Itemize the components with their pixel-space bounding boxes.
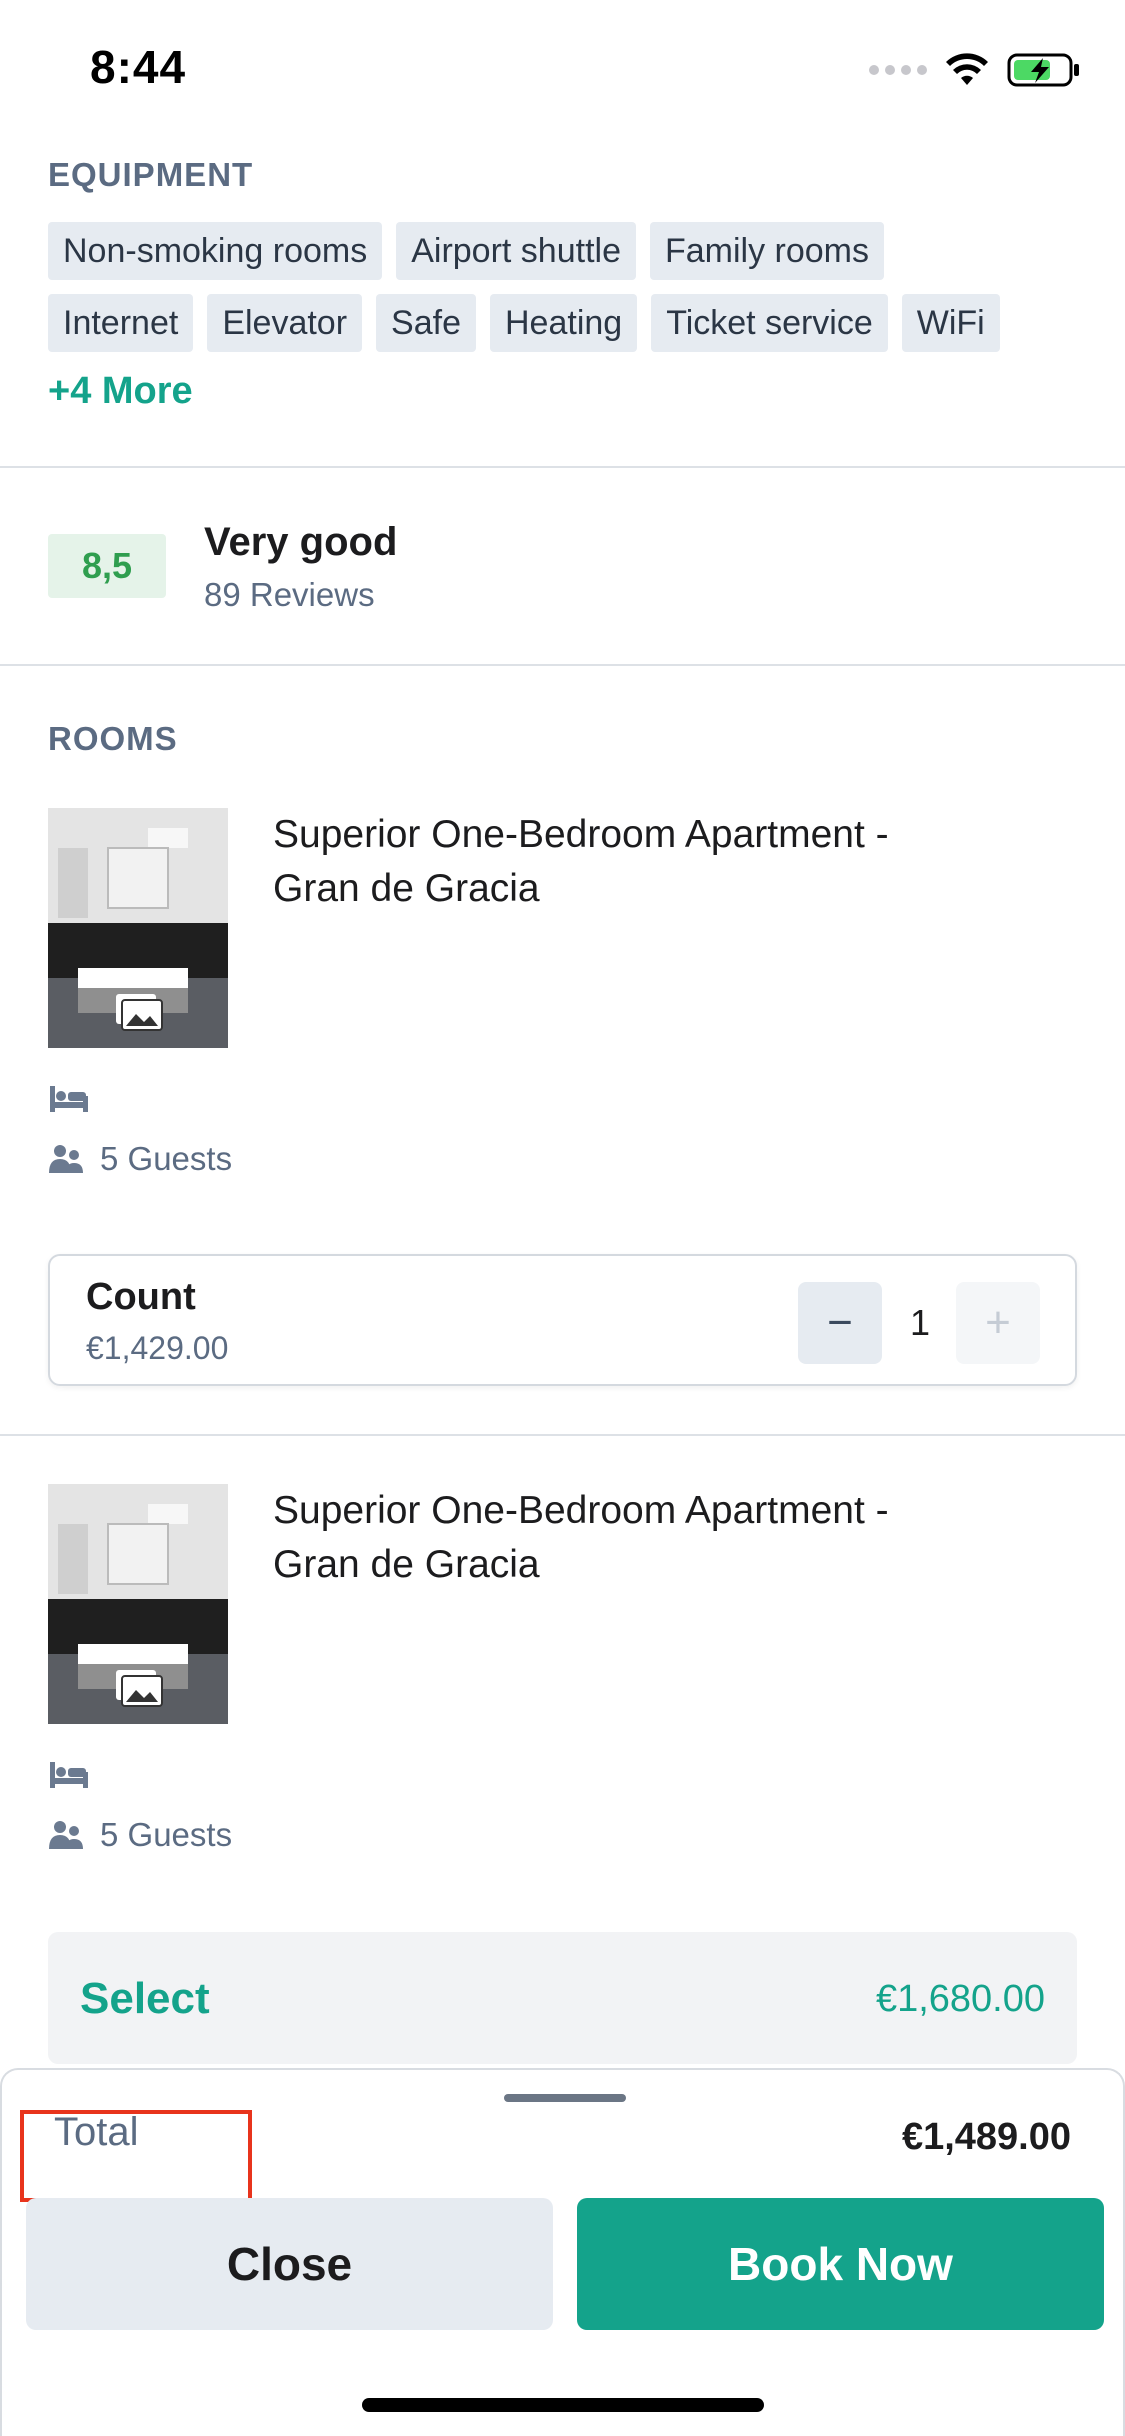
home-indicator	[362, 2398, 764, 2412]
equipment-chips-row-2: Internet Elevator Safe Heating Ticket se…	[48, 294, 1000, 352]
room-photo[interactable]	[48, 1484, 228, 1724]
status-bar: 8:44	[0, 0, 1125, 140]
status-indicators	[869, 52, 1081, 88]
select-price: €1,680.00	[875, 1978, 1045, 2020]
guests-label: 5 Guests	[100, 1140, 233, 1177]
room-title-line: Superior One-Bedroom Apartment -	[273, 1489, 889, 1532]
guests-icon	[49, 1145, 83, 1173]
booking-bottom-sheet: Total €1,489.00 Close Book Now	[0, 2068, 1125, 2436]
equipment-chip: Non-smoking rooms	[48, 222, 383, 280]
decrement-button[interactable]: −	[798, 1282, 882, 1364]
wifi-icon	[946, 53, 988, 85]
status-time: 8:44	[90, 41, 187, 93]
more-equipment-link[interactable]: +4 More	[48, 370, 193, 413]
room-title-line: Gran de Gracia	[273, 867, 540, 910]
equipment-chip: Heating	[490, 294, 638, 352]
count-price: €1,429.00	[86, 1330, 229, 1366]
room-title: Superior One-Bedroom Apartment - Gran de…	[273, 1484, 993, 1592]
room-image	[48, 1484, 228, 1724]
battery-charging-icon	[1007, 53, 1079, 87]
rooms-heading: ROOMS	[48, 720, 178, 757]
equipment-chip: Airport shuttle	[396, 222, 636, 280]
rating-score-badge: 8,5	[48, 534, 166, 598]
equipment-chip: Family rooms	[649, 222, 885, 280]
close-button[interactable]: Close	[26, 2198, 553, 2330]
divider	[0, 664, 1125, 666]
reviews-link[interactable]: 89 Reviews	[204, 576, 375, 614]
gallery-icon	[116, 1670, 163, 1707]
count-label: Count	[86, 1276, 196, 1318]
rating-label: Very good	[204, 520, 398, 564]
select-room-button[interactable]: Select €1,680.00	[48, 1932, 1077, 2064]
select-label: Select	[80, 1974, 210, 2023]
cellular-signal-icon	[869, 65, 927, 75]
equipment-chip: WiFi	[901, 294, 1000, 352]
equipment-chip: Ticket service	[651, 294, 888, 352]
divider	[0, 1434, 1125, 1436]
room-photo[interactable]	[48, 808, 228, 1048]
guests-label: 5 Guests	[100, 1816, 233, 1853]
room-image	[48, 808, 228, 1048]
equipment-chip: Internet	[48, 294, 194, 352]
equipment-chip: Safe	[376, 294, 476, 352]
room-title: Superior One-Bedroom Apartment - Gran de…	[273, 808, 993, 916]
total-highlight-box	[20, 2110, 252, 2202]
equipment-chip: Elevator	[207, 294, 363, 352]
room-title-line: Gran de Gracia	[273, 1543, 540, 1586]
guests-icon	[49, 1821, 83, 1849]
equipment-heading: EQUIPMENT	[48, 156, 254, 193]
divider	[0, 466, 1125, 468]
increment-button[interactable]: +	[956, 1282, 1040, 1364]
count-value: 1	[910, 1302, 931, 1343]
bed-icon	[50, 1762, 88, 1788]
equipment-chips-row-1: Non-smoking rooms Airport shuttle Family…	[48, 222, 885, 280]
total-value: €1,489.00	[901, 2116, 1071, 2158]
room-guests: 5 Guests	[48, 1140, 232, 1178]
sheet-grabber[interactable]	[504, 2094, 626, 2102]
book-now-button[interactable]: Book Now	[577, 2198, 1104, 2330]
room-guests: 5 Guests	[48, 1816, 232, 1854]
gallery-icon	[116, 994, 163, 1031]
room-count-box: Count €1,429.00 − 1 +	[48, 1254, 1077, 1386]
room-title-line: Superior One-Bedroom Apartment -	[273, 813, 889, 856]
bed-icon	[50, 1086, 88, 1112]
